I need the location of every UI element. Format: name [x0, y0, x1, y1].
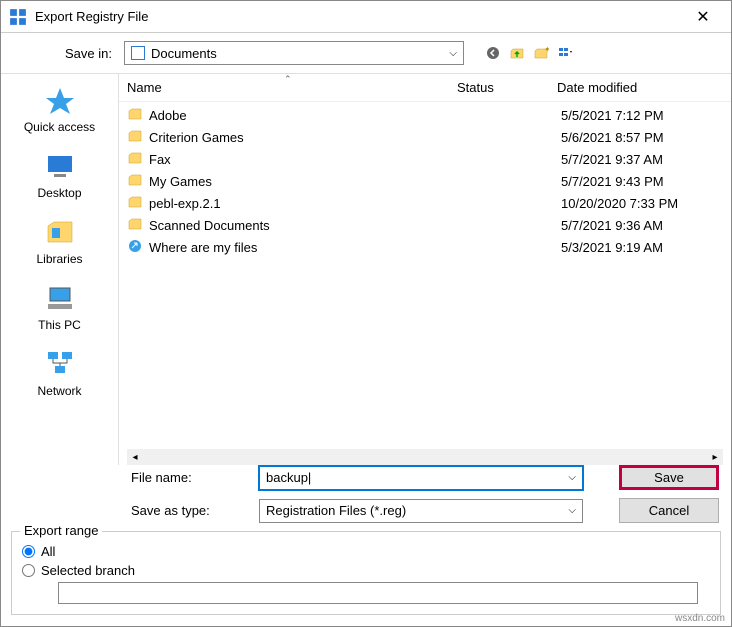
- cancel-button[interactable]: Cancel: [619, 498, 719, 523]
- file-list: ⌃ Name Status Date modified Adobe 5/5/20…: [119, 74, 731, 465]
- window-title: Export Registry File: [35, 9, 683, 24]
- radio-all[interactable]: All: [22, 544, 710, 559]
- title-bar: Export Registry File ✕: [1, 1, 731, 33]
- sidebar-libraries[interactable]: Libraries: [1, 212, 118, 270]
- file-row[interactable]: Criterion Games 5/6/2021 8:57 PM: [127, 126, 723, 148]
- sidebar-quick-access[interactable]: Quick access: [1, 80, 118, 138]
- svg-text:✦: ✦: [544, 45, 549, 54]
- column-date[interactable]: Date modified: [557, 80, 723, 95]
- chevron-down-icon[interactable]: ⌵: [568, 472, 576, 483]
- places-sidebar: Quick access Desktop Libraries This PC N…: [1, 74, 119, 465]
- column-headers[interactable]: ⌃ Name Status Date modified: [119, 74, 731, 102]
- file-date: 5/3/2021 9:19 AM: [561, 240, 723, 255]
- documents-icon: [131, 46, 145, 60]
- file-row[interactable]: Scanned Documents 5/7/2021 9:36 AM: [127, 214, 723, 236]
- saveastype-dropdown[interactable]: Registration Files (*.reg) ⌵: [259, 499, 583, 523]
- filename-input[interactable]: backup ⌵: [259, 466, 583, 490]
- registry-icon: [9, 8, 27, 26]
- view-menu-icon[interactable]: [556, 44, 574, 62]
- radio-selected-branch[interactable]: Selected branch: [22, 563, 710, 578]
- chevron-down-icon: ⌵: [449, 48, 457, 59]
- file-row[interactable]: Where are my files 5/3/2021 9:19 AM: [127, 236, 723, 258]
- save-in-dropdown[interactable]: Documents ⌵: [124, 41, 464, 65]
- radio-selected-input[interactable]: [22, 564, 35, 577]
- export-range-group: Export range All Selected branch: [11, 531, 721, 615]
- saveastype-value: Registration Files (*.reg): [266, 503, 406, 518]
- folder-icon: [127, 128, 145, 146]
- file-name: Adobe: [149, 108, 461, 123]
- file-date: 5/7/2021 9:36 AM: [561, 218, 723, 233]
- folder-icon: [127, 216, 145, 234]
- horizontal-scrollbar[interactable]: ◂ ▸: [127, 449, 723, 465]
- sidebar-this-pc[interactable]: This PC: [1, 278, 118, 336]
- save-in-toolbar: Save in: Documents ⌵ ✦: [1, 33, 731, 73]
- scroll-right-icon[interactable]: ▸: [707, 449, 723, 465]
- file-date: 5/5/2021 7:12 PM: [561, 108, 723, 123]
- file-name: Scanned Documents: [149, 218, 461, 233]
- file-date: 5/7/2021 9:43 PM: [561, 174, 723, 189]
- file-row[interactable]: My Games 5/7/2021 9:43 PM: [127, 170, 723, 192]
- file-name: Fax: [149, 152, 461, 167]
- file-name: pebl-exp.2.1: [149, 196, 461, 211]
- save-button[interactable]: Save: [619, 465, 719, 490]
- libraries-icon: [44, 216, 76, 248]
- file-row[interactable]: Adobe 5/5/2021 7:12 PM: [127, 104, 723, 126]
- scroll-track[interactable]: [143, 449, 707, 465]
- filename-label: File name:: [131, 470, 259, 485]
- file-row[interactable]: Fax 5/7/2021 9:37 AM: [127, 148, 723, 170]
- file-date: 5/7/2021 9:37 AM: [561, 152, 723, 167]
- file-row[interactable]: pebl-exp.2.1 10/20/2020 7:33 PM: [127, 192, 723, 214]
- sidebar-desktop[interactable]: Desktop: [1, 146, 118, 204]
- back-icon[interactable]: [484, 44, 502, 62]
- shortcut-icon: [127, 238, 145, 256]
- sidebar-network[interactable]: Network: [1, 344, 118, 402]
- file-name: My Games: [149, 174, 461, 189]
- branch-input[interactable]: [58, 582, 698, 604]
- column-status[interactable]: Status: [457, 80, 557, 95]
- this-pc-icon: [44, 282, 76, 314]
- file-name: Where are my files: [149, 240, 461, 255]
- folder-icon: [127, 106, 145, 124]
- saveastype-label: Save as type:: [131, 503, 259, 518]
- column-name[interactable]: Name: [127, 80, 457, 95]
- network-icon: [44, 348, 76, 380]
- file-date: 10/20/2020 7:33 PM: [561, 196, 723, 211]
- file-date: 5/6/2021 8:57 PM: [561, 130, 723, 145]
- scroll-left-icon[interactable]: ◂: [127, 449, 143, 465]
- desktop-icon: [44, 150, 76, 182]
- quick-access-icon: [44, 84, 76, 116]
- close-button[interactable]: ✕: [683, 7, 723, 27]
- folder-icon: [127, 194, 145, 212]
- export-range-legend: Export range: [20, 523, 102, 538]
- filename-value: backup: [266, 470, 311, 485]
- new-folder-icon[interactable]: ✦: [532, 44, 550, 62]
- sort-indicator-icon: ⌃: [284, 74, 292, 85]
- up-one-level-icon[interactable]: [508, 44, 526, 62]
- main-area: Quick access Desktop Libraries This PC N…: [1, 73, 731, 465]
- save-in-label: Save in:: [65, 46, 112, 61]
- save-in-value: Documents: [151, 46, 217, 61]
- file-name: Criterion Games: [149, 130, 461, 145]
- radio-all-input[interactable]: [22, 545, 35, 558]
- folder-icon: [127, 150, 145, 168]
- watermark: wsxdn.com: [675, 613, 725, 624]
- chevron-down-icon[interactable]: ⌵: [568, 505, 576, 516]
- save-form: File name: backup ⌵ Save Save as type: R…: [1, 465, 731, 523]
- folder-icon: [127, 172, 145, 190]
